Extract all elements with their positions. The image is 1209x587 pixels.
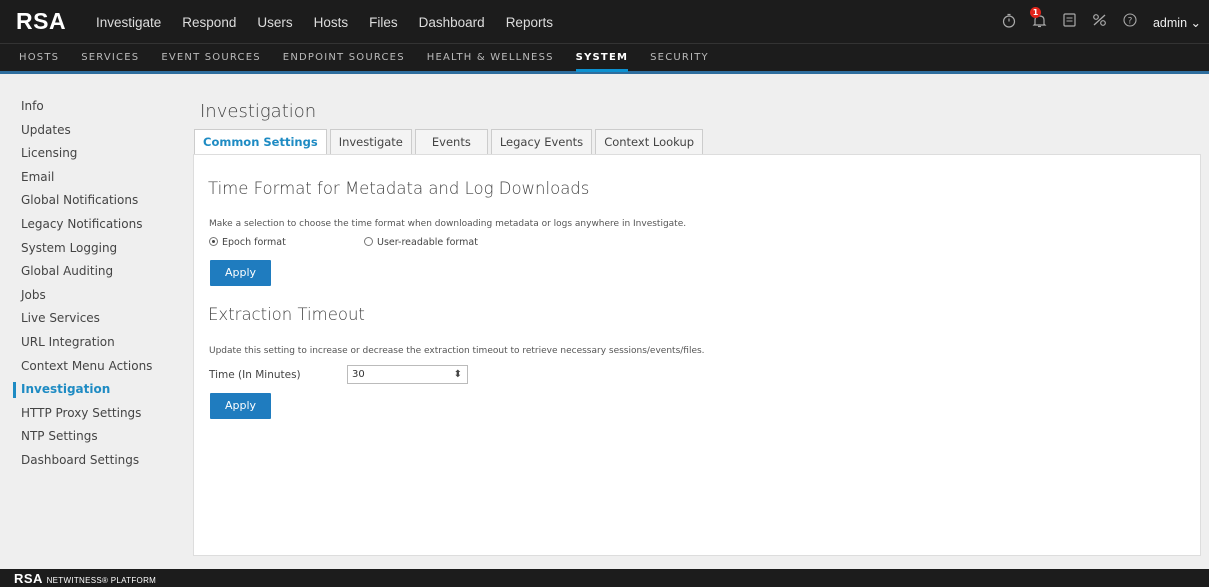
sidebar-item-url-integration[interactable]: URL Integration — [0, 331, 185, 355]
notifications-bell-icon[interactable]: 1 — [1029, 6, 1047, 32]
tasks-icon[interactable] — [1063, 13, 1076, 31]
time-minutes-label: Time (In Minutes) — [209, 369, 301, 381]
rsa-logo[interactable]: RSA — [16, 9, 66, 33]
tab-legacy-events[interactable]: Legacy Events — [490, 129, 593, 155]
sidebar-item-ntp-settings[interactable]: NTP Settings — [0, 425, 185, 449]
extraction-timeout-input[interactable]: 30 ⬍ — [347, 365, 468, 384]
notification-count-badge: 1 — [1029, 6, 1041, 18]
nav-hosts[interactable]: Hosts — [314, 15, 349, 30]
extraction-timeout-value: 30 — [352, 369, 365, 380]
nav-files[interactable]: Files — [369, 15, 398, 30]
main-nav: Investigate Respond Users Hosts Files Da… — [82, 0, 574, 44]
sidebar-item-system-logging[interactable]: System Logging — [0, 237, 185, 261]
tools-icon[interactable] — [1092, 13, 1107, 31]
apply-extraction-timeout-button[interactable]: Apply — [210, 393, 271, 419]
svg-text:?: ? — [1128, 16, 1133, 26]
subnav-services[interactable]: SERVICES — [81, 44, 139, 71]
apply-time-format-button[interactable]: Apply — [210, 260, 271, 286]
footer: RSA NETWITNESS® PLATFORM — [0, 569, 1209, 587]
sidebar-item-investigation[interactable]: Investigation — [0, 378, 185, 402]
top-bar: RSA Investigate Respond Users Hosts File… — [0, 0, 1209, 44]
page-title: Investigation — [200, 101, 317, 122]
time-format-description: Make a selection to choose the time form… — [209, 219, 687, 229]
tab-events[interactable]: Events — [414, 129, 488, 155]
user-readable-format-label: User-readable format — [377, 237, 478, 248]
user-readable-format-radio[interactable]: User-readable format — [364, 237, 478, 248]
extraction-timeout-description: Update this setting to increase or decre… — [209, 346, 705, 356]
subnav-endpoint-sources[interactable]: ENDPOINT SOURCES — [283, 44, 405, 71]
nav-users[interactable]: Users — [257, 15, 292, 30]
chevron-down-icon: ⌄ — [1190, 15, 1201, 30]
settings-tabs: Common Settings Investigate Events Legac… — [194, 129, 706, 156]
stepper-icon[interactable]: ⬍ — [454, 366, 462, 383]
sidebar-item-global-notifications[interactable]: Global Notifications — [0, 189, 185, 213]
radio-selected-icon — [209, 237, 218, 246]
tab-common-settings[interactable]: Common Settings — [194, 129, 327, 156]
sidebar-item-updates[interactable]: Updates — [0, 119, 185, 143]
nav-investigate[interactable]: Investigate — [96, 15, 161, 30]
tab-investigate[interactable]: Investigate — [329, 129, 412, 155]
subnav-hosts[interactable]: HOSTS — [19, 44, 59, 71]
system-sidebar: Info Updates Licensing Email Global Noti… — [0, 95, 185, 473]
timer-icon[interactable] — [1002, 13, 1016, 32]
user-name: admin — [1152, 15, 1188, 30]
radio-unselected-icon — [364, 237, 373, 246]
nav-dashboard[interactable]: Dashboard — [419, 15, 485, 30]
footer-rsa-logo: RSA — [14, 571, 43, 586]
sidebar-item-jobs[interactable]: Jobs — [0, 284, 185, 308]
top-icons: 1 ? admin ⌄ — [986, 0, 1201, 44]
time-format-heading: Time Format for Metadata and Log Downloa… — [208, 179, 590, 198]
tab-context-lookup[interactable]: Context Lookup — [595, 129, 704, 155]
nav-respond[interactable]: Respond — [182, 15, 236, 30]
footer-product-name: NETWITNESS® PLATFORM — [46, 576, 157, 585]
epoch-format-radio[interactable]: Epoch format — [209, 237, 286, 248]
epoch-format-label: Epoch format — [222, 237, 286, 248]
sidebar-item-email[interactable]: Email — [0, 166, 185, 190]
sidebar-item-legacy-notifications[interactable]: Legacy Notifications — [0, 213, 185, 237]
sidebar-item-dashboard-settings[interactable]: Dashboard Settings — [0, 449, 185, 473]
footer-brand: RSA NETWITNESS® PLATFORM — [14, 571, 156, 586]
subnav-system[interactable]: SYSTEM — [575, 44, 629, 72]
sidebar-item-http-proxy-settings[interactable]: HTTP Proxy Settings — [0, 402, 185, 426]
help-icon[interactable]: ? — [1123, 13, 1137, 31]
sidebar-item-context-menu-actions[interactable]: Context Menu Actions — [0, 355, 185, 379]
sidebar-item-global-auditing[interactable]: Global Auditing — [0, 260, 185, 284]
subnav-health-wellness[interactable]: HEALTH & WELLNESS — [427, 44, 554, 71]
sidebar-item-licensing[interactable]: Licensing — [0, 142, 185, 166]
nav-reports[interactable]: Reports — [506, 15, 553, 30]
sidebar-item-info[interactable]: Info — [0, 95, 185, 119]
common-settings-panel: Time Format for Metadata and Log Downloa… — [193, 154, 1201, 556]
sidebar-item-live-services[interactable]: Live Services — [0, 307, 185, 331]
extraction-timeout-heading: Extraction Timeout — [208, 305, 365, 324]
admin-subnav: HOSTS SERVICES EVENT SOURCES ENDPOINT SO… — [0, 44, 1209, 74]
user-menu[interactable]: admin ⌄ — [1153, 15, 1201, 30]
subnav-security[interactable]: SECURITY — [650, 44, 709, 71]
subnav-event-sources[interactable]: EVENT SOURCES — [161, 44, 260, 71]
